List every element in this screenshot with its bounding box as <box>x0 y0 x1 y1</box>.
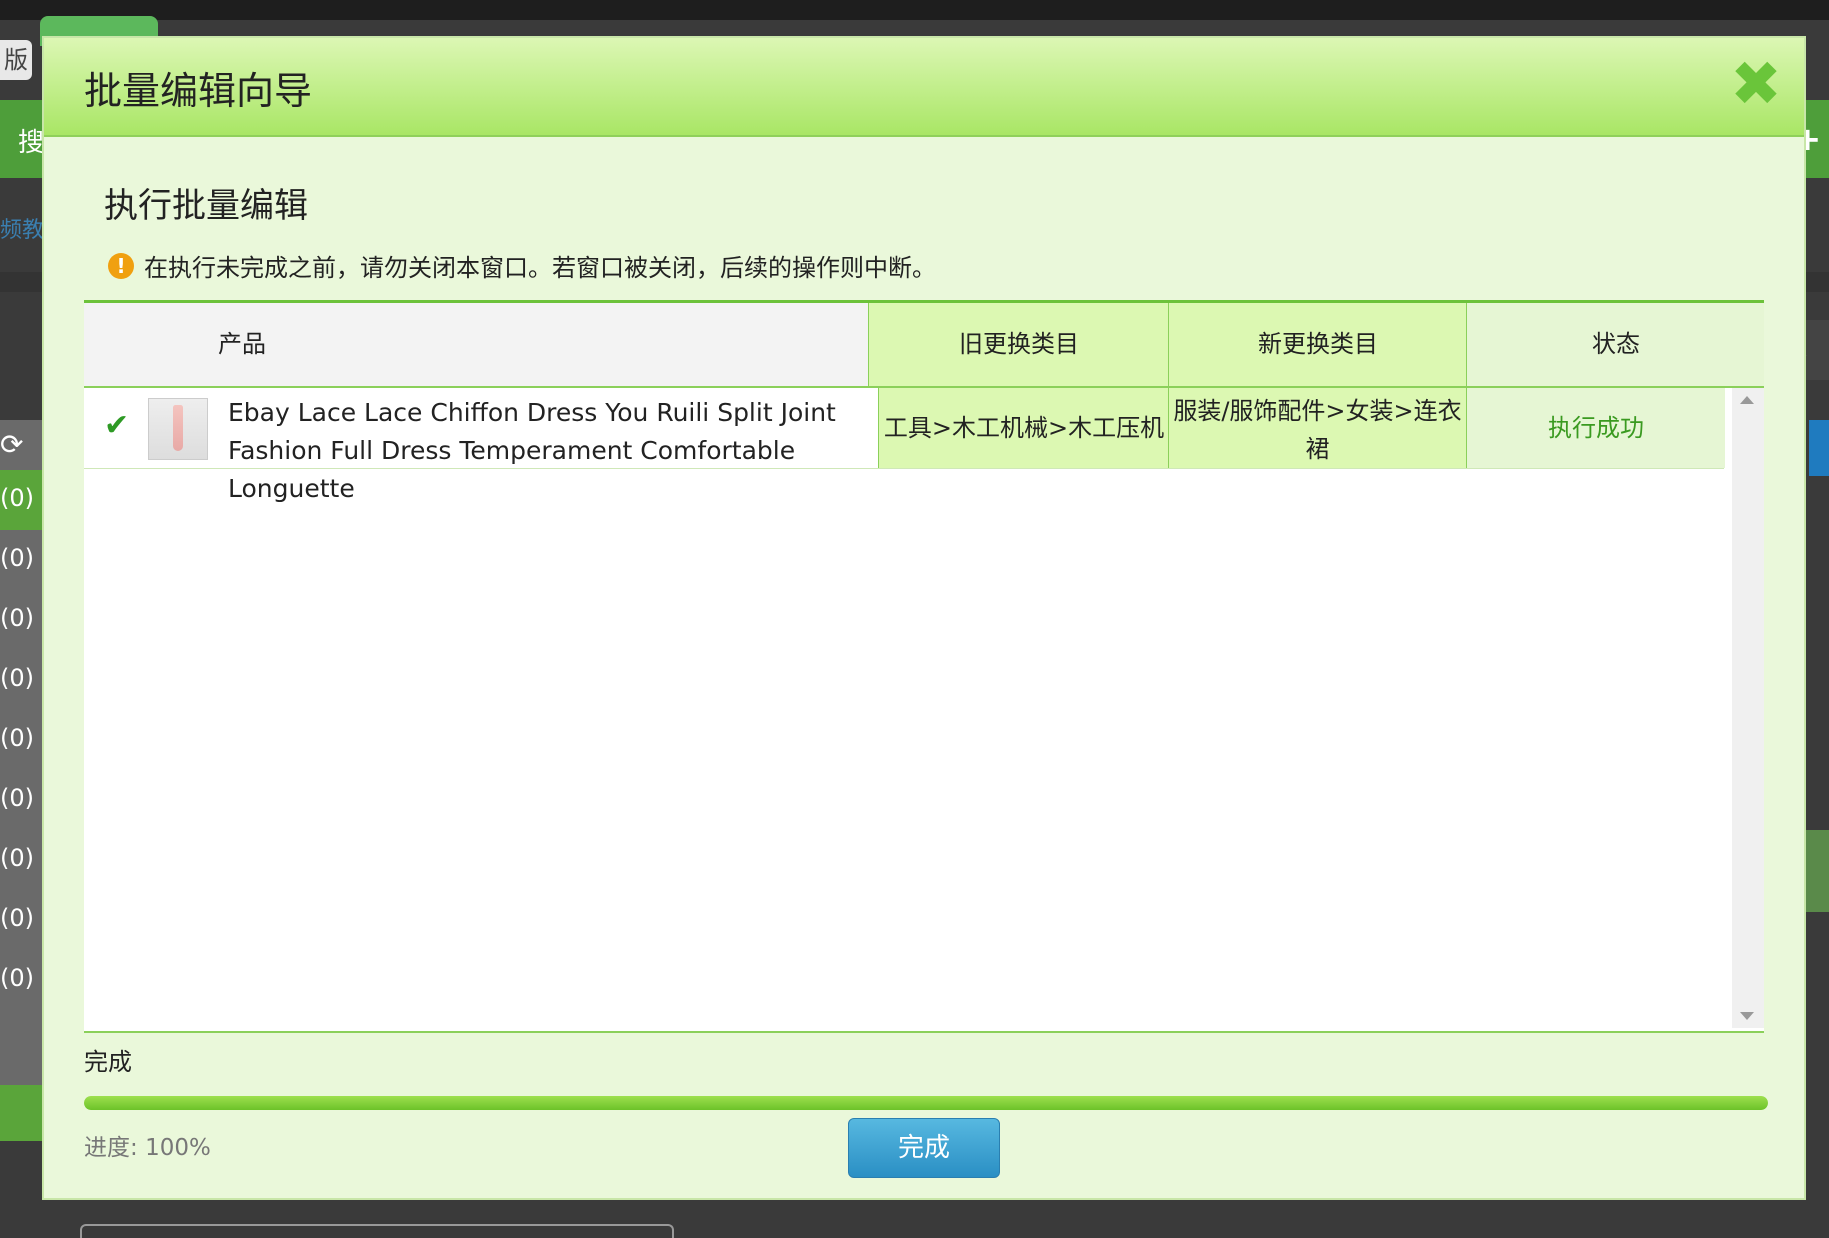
background-sidebar-bottom <box>0 1085 44 1141</box>
progress-bar <box>84 1096 1768 1110</box>
check-icon: ✔ <box>104 408 130 443</box>
sidebar-count[interactable]: (0) <box>0 664 34 692</box>
product-thumbnail <box>148 398 208 460</box>
progress-bar-fill <box>84 1096 1768 1110</box>
column-header-new-category: 新更换类目 <box>1168 303 1467 386</box>
background-right-accent <box>1809 420 1829 476</box>
progress-text: 进度: 100% <box>84 1128 211 1162</box>
table-row[interactable]: ✔ Ebay Lace Lace Chiffon Dress You Ruili… <box>84 388 1725 503</box>
section-title: 执行批量编辑 <box>104 186 308 226</box>
old-category-cell: 工具>木工机械>木工压机 <box>878 388 1169 468</box>
warning-message: ! 在执行未完成之前，请勿关闭本窗口。若窗口被关闭，后续的操作则中断。 <box>108 248 936 283</box>
table-scrollbar[interactable] <box>1732 388 1764 1028</box>
done-button[interactable]: 完成 <box>848 1118 1000 1178</box>
sidebar-count[interactable]: (0) <box>0 604 34 632</box>
sidebar-count[interactable]: (0) <box>0 484 34 512</box>
column-header-product: 产品 <box>84 303 868 386</box>
results-table: 产品 旧更换类目 新更换类目 状态 ✔ Ebay Lace Lace Chiff… <box>84 300 1764 1033</box>
status-cell: 执行成功 <box>1466 388 1725 468</box>
dialog-title: 批量编辑向导 <box>84 69 313 113</box>
warning-text: 在执行未完成之前，请勿关闭本窗口。若窗口被关闭，后续的操作则中断。 <box>144 254 936 282</box>
sidebar-count[interactable]: (0) <box>0 964 34 992</box>
background-tutorial-link[interactable]: 频教 <box>0 212 44 244</box>
column-header-old-category: 旧更换类目 <box>868 303 1169 386</box>
sidebar-count[interactable]: (0) <box>0 784 34 812</box>
background-top-bar <box>0 0 1829 20</box>
background-bottom-tabs <box>80 1224 674 1238</box>
background-search-label[interactable]: 搜 <box>18 122 44 159</box>
new-category-cell: 服装/服饰配件>女装>连衣裙 <box>1168 388 1466 468</box>
scroll-down-arrow-icon[interactable] <box>1740 1012 1754 1020</box>
sidebar-count[interactable]: (0) <box>0 544 34 572</box>
close-icon[interactable]: ✖ <box>1728 53 1784 115</box>
completion-label: 完成 <box>84 1048 132 1076</box>
scroll-up-arrow-icon[interactable] <box>1740 396 1754 404</box>
sidebar-count[interactable]: (0) <box>0 904 34 932</box>
dialog-header: 批量编辑向导 ✖ <box>44 38 1804 137</box>
table-header: 产品 旧更换类目 新更换类目 状态 <box>84 303 1764 388</box>
background-tag[interactable]: 版 <box>0 40 32 80</box>
refresh-icon[interactable]: ⟳ <box>0 428 23 461</box>
warning-icon: ! <box>108 252 134 279</box>
column-header-status: 状态 <box>1466 303 1764 386</box>
progress-value: 100% <box>145 1135 211 1161</box>
batch-edit-dialog: 批量编辑向导 ✖ 执行批量编辑 ! 在执行未完成之前，请勿关闭本窗口。若窗口被关… <box>44 38 1804 1198</box>
product-title: Ebay Lace Lace Chiffon Dress You Ruili S… <box>228 398 836 503</box>
sidebar-count[interactable]: (0) <box>0 844 34 872</box>
progress-label: 进度: <box>84 1135 138 1161</box>
product-cell: ✔ Ebay Lace Lace Chiffon Dress You Ruili… <box>84 388 878 503</box>
sidebar-count[interactable]: (0) <box>0 724 34 752</box>
